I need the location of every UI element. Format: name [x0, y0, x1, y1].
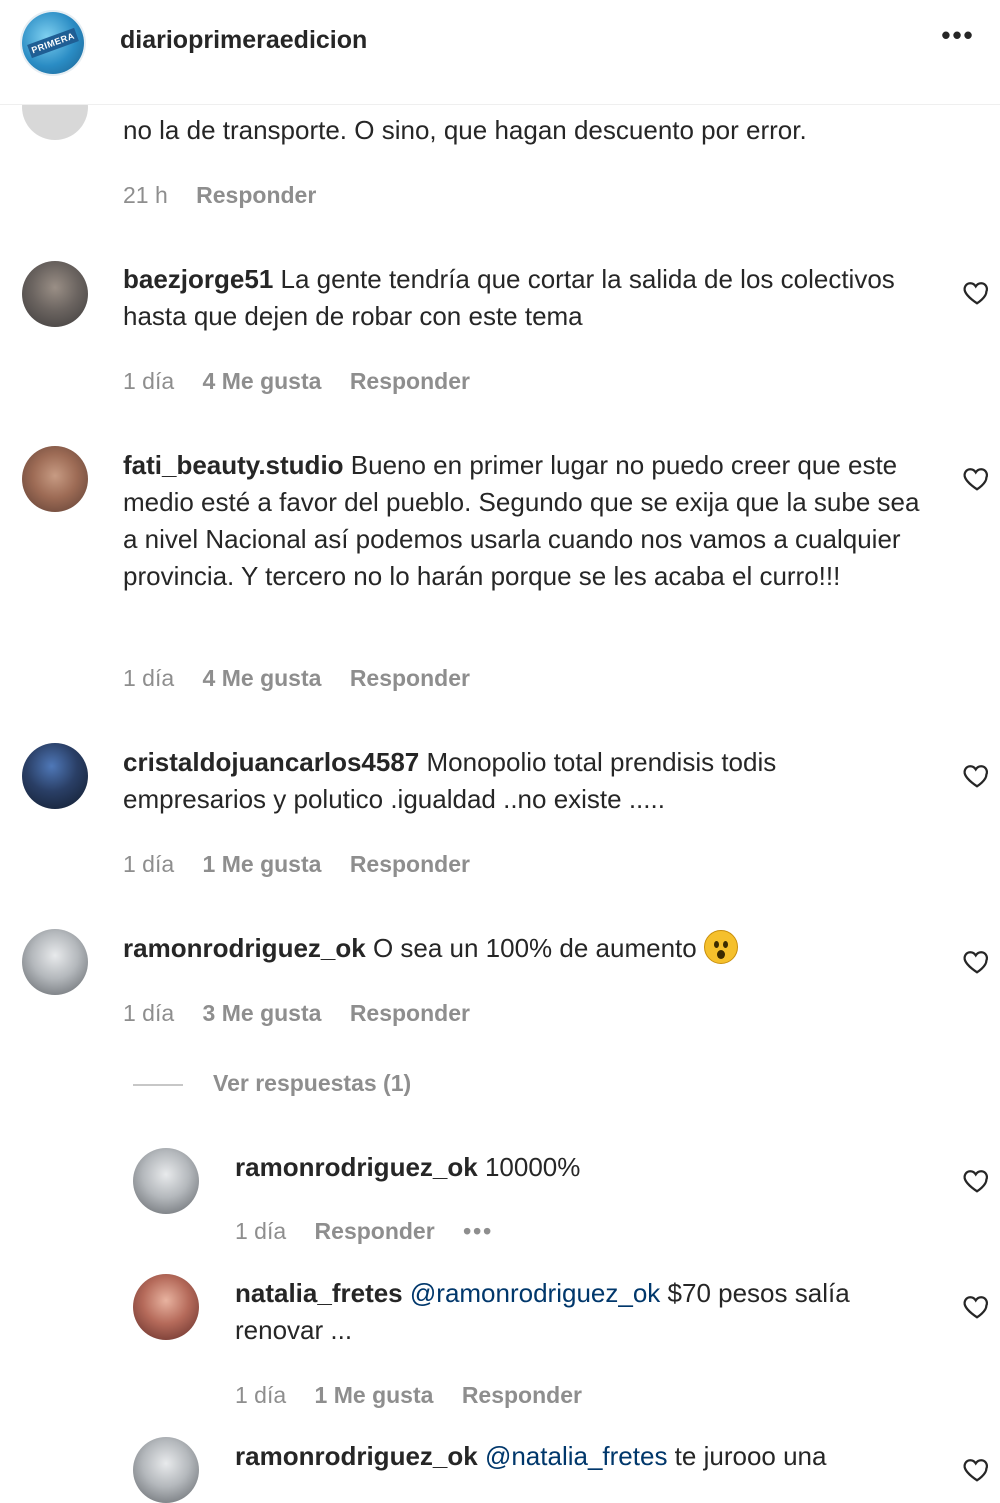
comment-text: ramonrodriguez_ok @natalia_fretes te jur… [235, 1438, 925, 1475]
comment-meta: 1 día Responder ••• [235, 1218, 515, 1245]
comment-meta: 21 h Responder [123, 182, 338, 209]
more-options-icon[interactable]: ••• [938, 22, 978, 54]
heart-icon[interactable] [962, 1454, 992, 1484]
comment-time: 1 día [123, 851, 175, 877]
account-handle[interactable]: diarioprimeraedicion [120, 26, 367, 55]
comment-text: baezjorge51 La gente tendría que cortar … [123, 261, 913, 335]
avatar[interactable] [22, 929, 88, 995]
comment-time: 21 h [123, 182, 168, 208]
comment-username[interactable]: baezjorge51 [123, 264, 273, 294]
post-header: PRIMERA diarioprimeraedicion ••• [0, 0, 1000, 105]
comment-body: O sea un 100% de aumento [365, 933, 704, 963]
mention-link[interactable]: @natalia_fretes [485, 1441, 668, 1471]
likes-count[interactable]: 4 Me gusta [203, 368, 322, 394]
more-icon[interactable]: ••• [463, 1218, 493, 1244]
comment-text: fati_beauty.studio Bueno en primer lugar… [123, 447, 923, 595]
reply-button[interactable]: Responder [315, 1218, 435, 1244]
likes-count[interactable]: 1 Me gusta [203, 851, 322, 877]
comment-time: 1 día [123, 665, 175, 691]
comment-time: 1 día [235, 1218, 287, 1244]
comment-time: 1 día [123, 1000, 175, 1026]
heart-icon[interactable] [962, 463, 992, 493]
heart-icon[interactable] [962, 1291, 992, 1321]
comment-body: te jurooo una [667, 1441, 827, 1471]
reply-button[interactable]: Responder [350, 368, 470, 394]
comment-meta: 1 día 4 Me gusta Responder [123, 368, 492, 395]
comment-meta: 1 día 1 Me gusta Responder [123, 851, 492, 878]
likes-count[interactable]: 1 Me gusta [315, 1382, 434, 1408]
reply-button[interactable]: Responder [350, 851, 470, 877]
avatar[interactable] [133, 1437, 199, 1503]
avatar[interactable] [133, 1274, 199, 1340]
avatar[interactable] [22, 446, 88, 512]
comment-time: 1 día [123, 368, 175, 394]
heart-icon[interactable] [962, 1165, 992, 1195]
astonished-face-emoji [703, 930, 738, 965]
comment-text: no la de transporte. O sino, que hagan d… [123, 115, 807, 145]
comment-body: 10000% [477, 1152, 581, 1182]
avatar[interactable] [133, 1148, 199, 1214]
comment-text: ramonrodriguez_ok 10000% [235, 1149, 925, 1186]
likes-count[interactable]: 4 Me gusta [203, 665, 322, 691]
heart-icon[interactable] [962, 946, 992, 976]
comment-text: natalia_fretes @ramonrodriguez_ok $70 pe… [235, 1275, 925, 1349]
mention-link[interactable]: @ramonrodriguez_ok [410, 1278, 660, 1308]
likes-count[interactable]: 3 Me gusta [203, 1000, 322, 1026]
comment-text: cristaldojuancarlos4587 Monopolio total … [123, 744, 923, 818]
heart-icon[interactable] [962, 760, 992, 790]
avatar[interactable] [22, 743, 88, 809]
view-replies-button[interactable]: Ver respuestas (1) [133, 1070, 411, 1097]
reply-button[interactable]: Responder [350, 1000, 470, 1026]
comment-meta: 1 día 4 Me gusta Responder [123, 665, 492, 692]
view-replies-label: Ver respuestas (1) [213, 1070, 412, 1096]
comment-username[interactable]: fati_beauty.studio [123, 450, 344, 480]
comment-meta: 1 día 1 Me gusta Responder [235, 1382, 604, 1409]
comment-meta: 1 día 3 Me gusta Responder [123, 1000, 492, 1027]
reply-button[interactable]: Responder [196, 182, 316, 208]
comment-username[interactable]: ramonrodriguez_ok [235, 1152, 478, 1182]
comment-username[interactable]: ramonrodriguez_ok [235, 1441, 478, 1471]
comment-username[interactable]: ramonrodriguez_ok [123, 933, 366, 963]
comment-time: 1 día [235, 1382, 287, 1408]
comment-username[interactable]: cristaldojuancarlos4587 [123, 747, 419, 777]
comment-username[interactable]: natalia_fretes [235, 1278, 403, 1308]
reply-button[interactable]: Responder [462, 1382, 582, 1408]
avatar[interactable] [22, 261, 88, 327]
reply-button[interactable]: Responder [350, 665, 470, 691]
comment-text: ramonrodriguez_ok O sea un 100% de aumen… [123, 930, 923, 967]
divider-line [133, 1083, 183, 1086]
heart-icon[interactable] [962, 277, 992, 307]
account-avatar[interactable]: PRIMERA [22, 12, 84, 74]
